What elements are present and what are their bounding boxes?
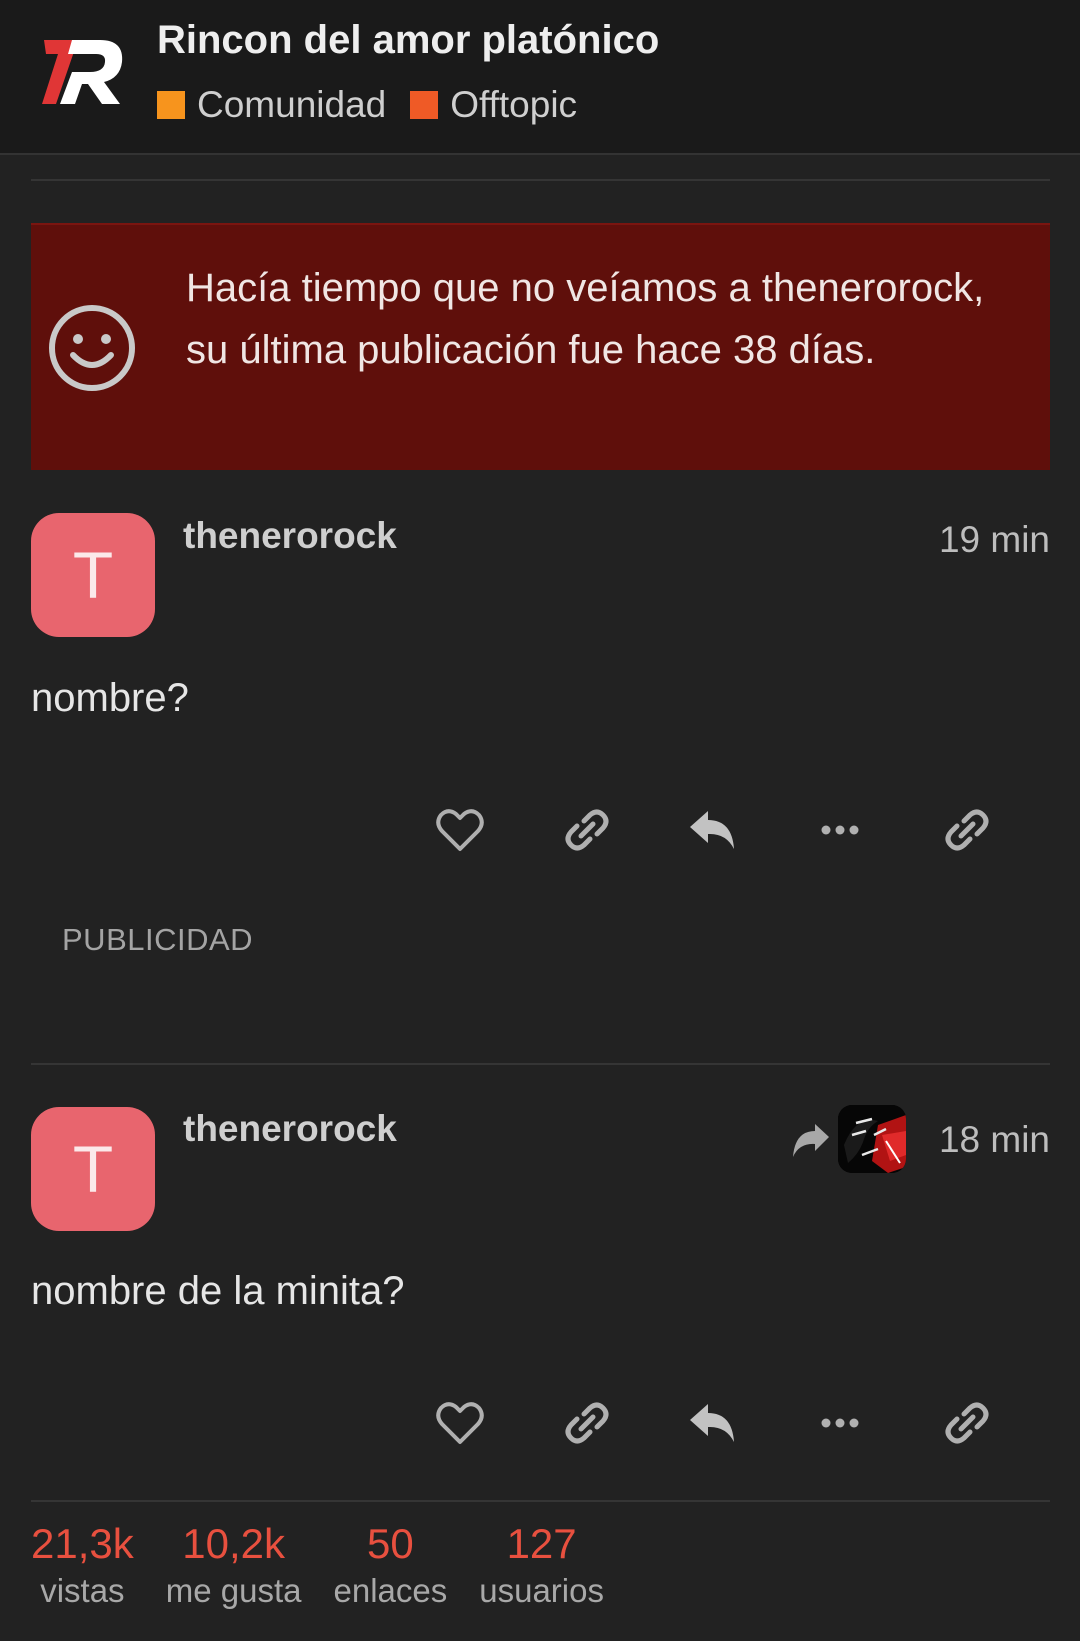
stat-value: 127 [506, 1520, 577, 1567]
returning-user-notice: Hacía tiempo que no veíamos a theneroroc… [31, 223, 1050, 470]
topic-header: Rincon del amor platónico Comunidad Offt… [0, 0, 1080, 155]
avatar-letter: T [72, 1132, 114, 1206]
post-time[interactable]: 19 min [939, 519, 1050, 561]
post-body: nombre de la minita? [31, 1269, 405, 1313]
post-body: nombre? [31, 676, 189, 720]
stat-users[interactable]: 127 usuarios [479, 1520, 604, 1610]
post-actions [430, 800, 1070, 860]
reply-icon [690, 1404, 734, 1442]
heart-icon [436, 1402, 484, 1444]
category-color-square [157, 91, 185, 119]
reply-icon [690, 811, 734, 849]
link-icon [565, 1402, 609, 1444]
stat-label: usuarios [479, 1572, 604, 1609]
reply-button[interactable] [683, 1393, 743, 1453]
user-avatar[interactable]: T [31, 1107, 155, 1231]
more-icon [821, 825, 859, 835]
divider [31, 1063, 1050, 1065]
reply-to-arrow-icon [793, 1124, 829, 1157]
share-link-button[interactable] [937, 1393, 997, 1453]
post-time[interactable]: 18 min [939, 1119, 1050, 1161]
smiley-icon [49, 305, 135, 391]
stat-value: 10,2k [182, 1520, 285, 1567]
site-logo[interactable] [38, 32, 128, 112]
user-avatar[interactable]: T [31, 513, 155, 637]
link-icon [945, 809, 989, 851]
ad-label: PUBLICIDAD [62, 922, 254, 957]
divider [31, 179, 1050, 181]
heart-icon [436, 809, 484, 851]
stat-label: vistas [40, 1572, 125, 1609]
stat-value: 21,3k [31, 1520, 134, 1567]
post-actions [430, 1393, 1070, 1453]
post-username[interactable]: thenerorock [183, 515, 397, 557]
avatar-letter: T [72, 538, 114, 612]
post-username[interactable]: thenerorock [183, 1108, 397, 1150]
divider [31, 1500, 1050, 1502]
category-label: Comunidad [197, 84, 387, 125]
reply-button[interactable] [683, 800, 743, 860]
link-icon [945, 1402, 989, 1444]
stat-links[interactable]: 50 enlaces [334, 1520, 448, 1610]
link-icon [565, 809, 609, 851]
copy-link-button[interactable] [557, 1393, 617, 1453]
topic-stats: 21,3k vistas 10,2k me gusta 50 enlaces 1… [31, 1520, 636, 1610]
stat-label: me gusta [165, 1572, 302, 1609]
copy-link-button[interactable] [557, 800, 617, 860]
more-options-button[interactable] [810, 800, 870, 860]
like-button[interactable] [430, 800, 490, 860]
stat-value: 50 [367, 1520, 414, 1567]
reply-to-avatar-image [838, 1105, 906, 1173]
category-offtopic[interactable]: Offtopic [410, 84, 577, 126]
stat-likes[interactable]: 10,2k me gusta [166, 1520, 302, 1610]
category-comunidad[interactable]: Comunidad [157, 84, 386, 126]
stat-label: enlaces [333, 1572, 448, 1609]
like-button[interactable] [430, 1393, 490, 1453]
more-options-button[interactable] [810, 1393, 870, 1453]
more-icon [821, 1418, 859, 1428]
share-link-button[interactable] [937, 800, 997, 860]
category-label: Offtopic [450, 84, 578, 125]
topic-title[interactable]: Rincon del amor platónico [157, 18, 659, 63]
notice-text: Hacía tiempo que no veíamos a theneroroc… [186, 266, 985, 372]
category-color-square [410, 91, 439, 119]
stat-views[interactable]: 21,3k vistas [31, 1520, 134, 1610]
reply-to-avatar[interactable] [838, 1105, 906, 1173]
category-breadcrumb: Comunidad Offtopic [157, 84, 601, 126]
